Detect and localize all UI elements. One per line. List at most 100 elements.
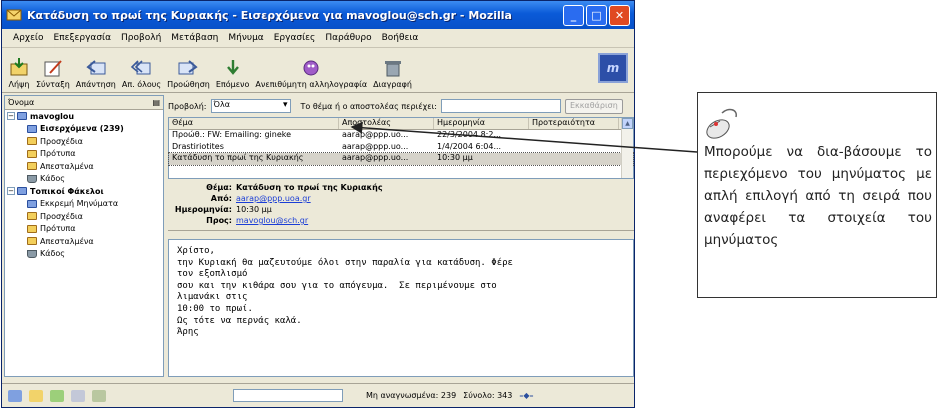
sent-icon xyxy=(27,162,37,171)
compose-icon xyxy=(44,60,62,77)
subject-value: Κατάδυση το πρωί της Κυριακής xyxy=(236,183,383,192)
menu-edit[interactable]: Επεξεργασία xyxy=(49,33,117,43)
search-input[interactable] xyxy=(440,99,561,113)
folder-pane-header[interactable]: Όνομα ▤ xyxy=(5,96,163,110)
get-mail-button[interactable]: Λήψη xyxy=(8,58,30,89)
maximize-button[interactable]: □ xyxy=(586,4,607,26)
clear-button[interactable]: Εκκαθάριση xyxy=(564,98,623,114)
table-row[interactable]: Drastiriotites aarap@ppp.uo... 1/4/2004 … xyxy=(169,142,633,154)
folder-outbox[interactable]: Εκκρεμή Μηνύματα xyxy=(5,198,163,211)
outbox-icon xyxy=(27,199,37,208)
local-folders-icon xyxy=(17,187,27,196)
navigator-icon[interactable] xyxy=(8,389,22,402)
view-label: Προβολή: xyxy=(168,101,207,111)
account-mavoglou[interactable]: − mavoglou xyxy=(5,110,163,123)
folder-local-templates[interactable]: Πρότυπα xyxy=(5,223,163,236)
menu-file[interactable]: Αρχείο xyxy=(8,33,49,43)
mail-icon[interactable] xyxy=(29,389,43,402)
message-list-header: Θέμα Αποστολέας Ημερομηνία Προτεραιότητα xyxy=(169,118,633,130)
next-icon xyxy=(226,60,239,75)
minimize-button[interactable]: _ xyxy=(563,4,584,26)
menu-window[interactable]: Παράθυρο xyxy=(320,33,376,43)
trash-icon xyxy=(27,249,37,258)
folder-local-trash[interactable]: Κάδος xyxy=(5,248,163,261)
menu-tasks[interactable]: Εργασίες xyxy=(269,33,321,43)
column-date[interactable]: Ημερομηνία xyxy=(434,118,529,129)
column-priority[interactable]: Προτεραιότητα xyxy=(529,118,619,129)
folder-sent[interactable]: Απεσταλμένα xyxy=(5,160,163,173)
search-label: Το θέμα ή ο αποστολέας περιέχει: xyxy=(300,101,437,111)
progress-bar xyxy=(233,389,343,402)
account-icon xyxy=(17,112,27,121)
folder-pane: Όνομα ▤ − mavoglou Εισερχόμενα (239) Προ… xyxy=(4,95,164,377)
unread-count: Μη αναγνωσμένα: 239 xyxy=(366,391,457,400)
menu-view[interactable]: Προβολή xyxy=(116,33,166,43)
folder-drafts[interactable]: Προσχέδια xyxy=(5,135,163,148)
from-label: Από: xyxy=(210,194,232,203)
message-body[interactable]: Χρίστο, την Κυριακή θα μαζευτούμε όλοι σ… xyxy=(168,239,634,377)
menu-go[interactable]: Μετάβαση xyxy=(166,33,223,43)
folder-local-sent[interactable]: Απεσταλμένα xyxy=(5,235,163,248)
composer-icon[interactable] xyxy=(50,389,64,402)
to-label: Προς: xyxy=(206,216,232,225)
inbox-icon xyxy=(27,124,37,133)
folder-templates[interactable]: Πρότυπα xyxy=(5,148,163,161)
menu-message[interactable]: Μήνυμα xyxy=(223,33,268,43)
to-link[interactable]: mavoglou@sch.gr xyxy=(236,216,308,227)
window-title: Κατάδυση το πρωί της Κυριακής - Εισερχόμ… xyxy=(27,8,512,22)
reply-all-button[interactable]: Απ. όλους xyxy=(122,58,161,89)
forward-icon xyxy=(178,60,199,75)
table-row[interactable]: Προώθ.: FW: Emailing: gineke aarap@ppp.u… xyxy=(169,130,633,142)
reply-button[interactable]: Απάντηση xyxy=(76,58,116,89)
scroll-up-icon[interactable]: ▲ xyxy=(622,118,633,129)
total-count: Σύνολο: 343 xyxy=(463,391,513,400)
menu-help[interactable]: Βοήθεια xyxy=(377,33,424,43)
account-local-folders[interactable]: − Τοπικοί Φάκελοι xyxy=(5,185,163,198)
chat-icon[interactable] xyxy=(92,389,106,402)
menu-bar: Αρχείο Επεξεργασία Προβολή Μετάβαση Μήνυ… xyxy=(2,29,634,48)
reply-icon xyxy=(86,60,106,75)
reply-all-icon xyxy=(131,60,151,75)
mozilla-app-icon xyxy=(6,9,22,21)
templates-icon xyxy=(27,149,37,158)
mozilla-mail-window: Κατάδυση το πρωί της Κυριακής - Εισερχόμ… xyxy=(1,0,635,408)
compose-button[interactable]: Σύνταξη xyxy=(36,58,70,89)
column-subject[interactable]: Θέμα xyxy=(169,118,339,129)
folder-local-drafts[interactable]: Προσχέδια xyxy=(5,210,163,223)
collapse-icon[interactable]: − xyxy=(7,112,15,121)
message-list: Θέμα Αποστολέας Ημερομηνία Προτεραιότητα… xyxy=(168,117,634,179)
collapse-icon[interactable]: − xyxy=(7,187,15,196)
folder-inbox[interactable]: Εισερχόμενα (239) xyxy=(5,123,163,136)
annotation-callout: Μπορούμε να δια-βάσουμε το περιεχόμενο τ… xyxy=(697,92,937,298)
delete-icon xyxy=(384,61,401,77)
junk-button[interactable]: Ανεπιθύμητη αλληλογραφία xyxy=(255,58,367,89)
drafts-icon xyxy=(27,212,37,221)
view-select[interactable]: Όλα xyxy=(210,99,291,113)
junk-icon xyxy=(303,60,319,76)
column-sender[interactable]: Αποστολέας xyxy=(339,118,434,129)
templates-icon xyxy=(27,224,37,233)
forward-button[interactable]: Προώθηση xyxy=(167,58,210,89)
get-mail-icon xyxy=(10,58,28,76)
filter-bar: Προβολή: Όλα Το θέμα ή ο αποστολέας περι… xyxy=(168,95,634,117)
title-bar[interactable]: Κατάδυση το πρωί της Κυριακής - Εισερχόμ… xyxy=(2,1,634,29)
date-label: Ημερομηνία: xyxy=(174,205,232,214)
online-icon[interactable]: –◆– xyxy=(519,391,533,400)
message-list-scrollbar[interactable]: ▲ xyxy=(621,118,633,178)
from-link[interactable]: aarap@ppp.uoa.gr xyxy=(236,194,311,205)
next-button[interactable]: Επόμενο xyxy=(216,58,249,89)
message-pane: Προβολή: Όλα Το θέμα ή ο αποστολέας περι… xyxy=(168,95,634,377)
trash-icon xyxy=(27,174,37,183)
status-bar: Μη αναγνωσμένα: 239 Σύνολο: 343 –◆– xyxy=(2,383,634,407)
table-row-selected[interactable]: Κατάδυση το πρωί της Κυριακής aarap@ppp.… xyxy=(168,152,634,166)
message-headers: Θέμα: Κατάδυση το πρωί της Κυριακής Από:… xyxy=(168,179,634,231)
mouse-icon xyxy=(706,108,737,139)
close-button[interactable]: ✕ xyxy=(609,4,630,26)
delete-button[interactable]: Διαγραφή xyxy=(373,58,412,89)
address-book-icon[interactable] xyxy=(71,389,85,402)
folder-trash[interactable]: Κάδος xyxy=(5,173,163,186)
column-picker-icon[interactable]: ▤ xyxy=(152,98,160,107)
date-value: 10:30 μμ xyxy=(236,205,272,214)
drafts-icon xyxy=(27,137,37,146)
mozilla-logo: m xyxy=(598,53,628,83)
